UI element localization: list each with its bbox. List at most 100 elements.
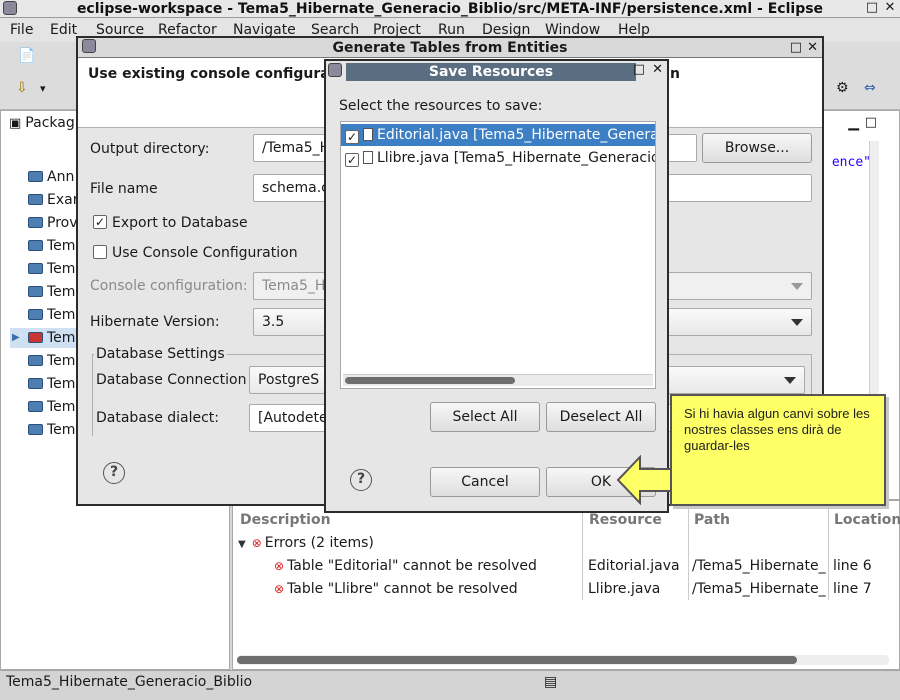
project-folder-icon [28, 401, 43, 412]
save-dialog-title[interactable]: Save Resources [346, 63, 636, 81]
tree-item-selected[interactable]: ▶ Tem [10, 328, 76, 348]
problems-scrollbar[interactable] [237, 655, 889, 665]
close-window-icon[interactable]: ✕ [882, 0, 898, 16]
tree-item[interactable]: Tem [28, 420, 75, 440]
console-configuration-label: Console configuration: [90, 278, 248, 294]
column-location[interactable]: Location [834, 510, 900, 530]
problem-row[interactable]: ⊗ Table "Llibre" cannot be resolved [274, 579, 518, 599]
output-directory-label: Output directory: [90, 141, 210, 157]
tree-item[interactable]: Tem [28, 397, 75, 417]
project-folder-icon [28, 263, 43, 274]
resource-checkbox[interactable]: ✓ [345, 153, 359, 167]
help-icon[interactable]: ? [350, 469, 372, 491]
export-to-database-checkbox[interactable]: ✓ [93, 215, 107, 229]
error-icon: ⊗ [274, 582, 285, 596]
problems-scroll-thumb[interactable] [237, 656, 797, 664]
new-icon[interactable]: 📄 [18, 48, 35, 64]
hibernate-version-label: Hibernate Version: [90, 314, 220, 330]
window-title-bar[interactable]: eclipse-workspace - Tema5_Hibernate_Gene… [0, 0, 900, 18]
tree-item[interactable]: Tem [28, 351, 75, 371]
column-divider [828, 505, 829, 600]
combo-dropdown-icon [791, 283, 803, 290]
help-icon[interactable]: ? [103, 462, 125, 484]
project-folder-icon [28, 286, 43, 297]
callout-arrow-shape [616, 455, 675, 505]
collapse-arrow-icon[interactable]: ▼ [238, 539, 246, 550]
project-folder-icon [28, 240, 43, 251]
minimize-view-icon[interactable]: ▁ [848, 115, 859, 131]
package-explorer-tab[interactable]: ▣ Packag [9, 115, 75, 131]
status-bar: Tema5_Hibernate_Generacio_Biblio ▤ [0, 670, 900, 700]
project-folder-icon [28, 194, 43, 205]
package-icon: ▣ [9, 116, 22, 131]
save-resources-dialog: Save Resources □ ✕ Select the resources … [324, 59, 669, 513]
resources-scroll-thumb[interactable] [345, 377, 515, 384]
maximize-window-icon[interactable]: □ [864, 0, 880, 16]
cancel-button[interactable]: Cancel [430, 467, 540, 497]
problem-location: line 6 [833, 558, 872, 574]
menu-file[interactable]: File [10, 20, 33, 40]
select-all-button[interactable]: Select All [430, 402, 540, 432]
arrows-icon[interactable]: ⇔ [864, 80, 876, 96]
combo-dropdown-icon[interactable] [791, 319, 803, 326]
resources-hscrollbar[interactable] [343, 374, 653, 386]
resource-checkbox[interactable]: ✓ [345, 130, 359, 144]
use-console-config-label: Use Console Configuration [112, 245, 298, 261]
resources-list[interactable]: ✓ Editorial.java [Tema5_Hibernate_Genera … [340, 121, 656, 389]
project-folder-icon [28, 424, 43, 435]
column-divider [688, 505, 689, 600]
project-folder-icon [28, 355, 43, 366]
settings-icon[interactable]: ⚙ [836, 80, 849, 96]
column-divider [582, 505, 583, 600]
database-settings-label: Database Settings [94, 344, 227, 364]
editor-code-snippet: ence" [831, 155, 871, 170]
menu-edit[interactable]: Edit [50, 20, 77, 40]
resource-item-editorial[interactable]: ✓ Editorial.java [Tema5_Hibernate_Genera [341, 124, 655, 146]
dialog-app-icon [328, 63, 342, 77]
export-to-database-label: Export to Database [112, 215, 248, 231]
maximize-view-icon[interactable]: □ [865, 115, 877, 130]
project-folder-icon [28, 378, 43, 389]
column-path[interactable]: Path [694, 510, 730, 530]
dialog-app-icon [82, 39, 96, 53]
header-text: Use existing console configurati [88, 66, 342, 82]
column-resource[interactable]: Resource [589, 510, 662, 530]
column-description[interactable]: Description [240, 510, 331, 530]
navigate-down-icon[interactable]: ⇩ [16, 80, 28, 96]
file-name-label: File name [90, 181, 158, 197]
select-resources-prompt: Select the resources to save: [339, 98, 543, 114]
browse-button[interactable]: Browse... [702, 133, 812, 163]
problem-resource: Llibre.java [588, 581, 661, 597]
dialog-close-icon[interactable]: ✕ [807, 38, 818, 58]
use-console-config-checkbox[interactable] [93, 245, 107, 259]
error-icon: ⊗ [274, 559, 285, 573]
problem-resource: Editorial.java [588, 558, 680, 574]
problem-row[interactable]: ⊗ Table "Editorial" cannot be resolved [274, 556, 537, 576]
dropdown-arrow-icon[interactable]: ▾ [40, 82, 46, 95]
error-group-row[interactable]: ▼ ⊗ Errors (2 items) [238, 533, 374, 555]
resource-item-llibre[interactable]: ✓ Llibre.java [Tema5_Hibernate_Generacio [341, 147, 655, 169]
tree-item[interactable]: Ann [28, 167, 74, 187]
tree-item[interactable]: Tem [28, 282, 75, 302]
expand-arrow-icon[interactable]: ▶ [12, 328, 20, 348]
tree-item[interactable]: Tem [28, 305, 75, 325]
tree-item[interactable]: Tem [28, 374, 75, 394]
callout-text: Si hi havia algun canvi sobre les nostre… [684, 406, 870, 453]
status-text: Tema5_Hibernate_Generacio_Biblio [6, 674, 253, 690]
project-folder-icon [28, 309, 43, 320]
project-error-icon [28, 332, 43, 343]
save-dialog-maximize-icon[interactable]: □ [633, 62, 645, 77]
deselect-all-button[interactable]: Deselect All [546, 402, 656, 432]
save-dialog-close-icon[interactable]: ✕ [652, 62, 663, 77]
tree-item[interactable]: Prov [28, 213, 78, 233]
tree-item[interactable]: Tem [28, 236, 75, 256]
database-connection-label: Database Connection [96, 372, 247, 388]
tree-item[interactable]: Exar [28, 190, 78, 210]
generate-dialog-title: Generate Tables from Entities [332, 40, 568, 56]
generate-dialog-title-bar[interactable]: Generate Tables from Entities □ ✕ [78, 38, 822, 58]
combo-dropdown-icon[interactable] [784, 377, 796, 384]
status-task-icon[interactable]: ▤ [544, 674, 557, 690]
tree-item[interactable]: Tem [28, 259, 75, 279]
dialog-maximize-icon[interactable]: □ [790, 38, 802, 58]
java-file-icon [363, 128, 373, 141]
